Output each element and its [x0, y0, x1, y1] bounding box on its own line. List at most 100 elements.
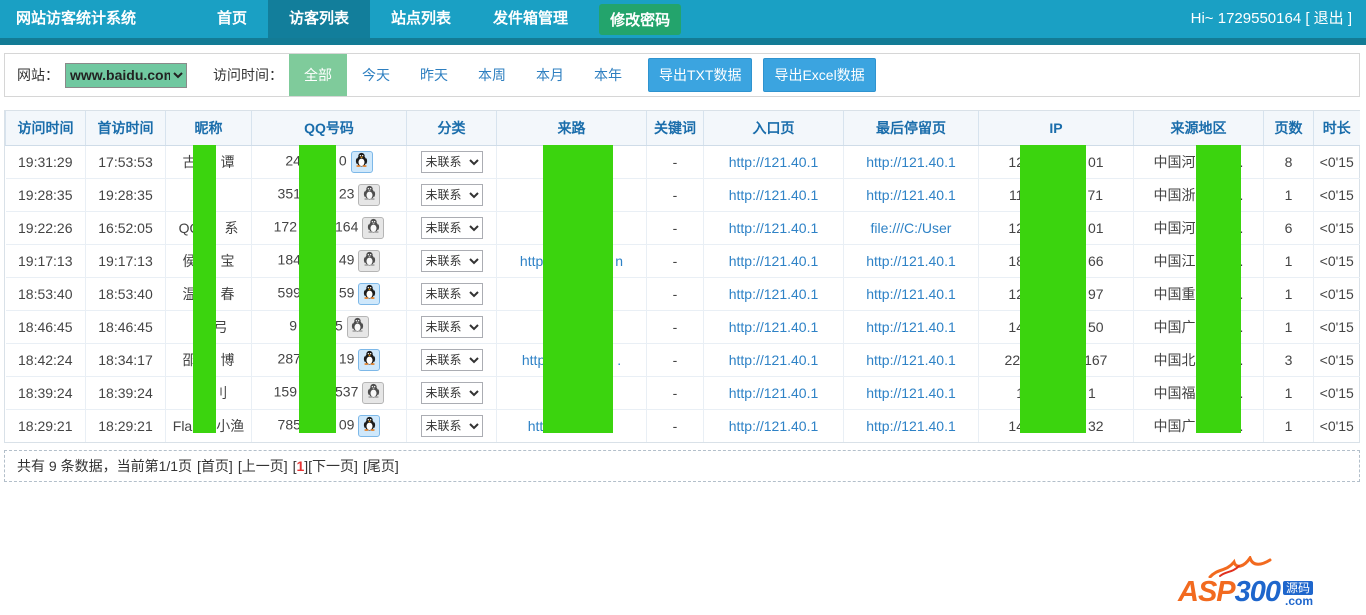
nav-item[interactable]: 访客列表 [268, 0, 371, 38]
qq-penguin-icon[interactable] [358, 183, 381, 206]
category-select[interactable]: 未联系 [420, 150, 483, 173]
current-page[interactable]: [1] [293, 458, 309, 474]
category-select[interactable]: 未联系 [420, 249, 483, 272]
cell-last-page: http://121.40.1 [843, 375, 979, 409]
referrer-fragment-left[interactable]: http [520, 253, 543, 269]
export-txt-button[interactable]: 导出TXT数据 [648, 58, 753, 92]
time-filter-item[interactable]: 昨天 [405, 54, 463, 96]
cell-first-time: 19:17:13 [85, 243, 166, 277]
cell-duration: <0'15 [1313, 375, 1360, 409]
cell-entry-page: http://121.40.1 [703, 408, 844, 442]
referrer-fragment-right[interactable]: n [615, 253, 623, 269]
cell-duration: <0'15 [1313, 342, 1360, 376]
nav-item[interactable]: 修改密码 [589, 0, 691, 38]
redaction-bar-region [1196, 145, 1241, 433]
qq-penguin-icon[interactable] [358, 348, 381, 371]
col-referrer: 来路 [496, 111, 647, 146]
last-page-link[interactable]: http://121.40.1 [866, 286, 956, 302]
ip-fragment-right: 71 [1087, 186, 1104, 203]
col-ip: IP [978, 111, 1134, 146]
referrer-fragment-left[interactable]: htt [528, 418, 544, 434]
logo-asp-text: ASP [1178, 576, 1236, 608]
entry-page-link[interactable]: http://121.40.1 [729, 220, 819, 236]
first-page-link[interactable]: [首页] [197, 456, 233, 476]
greeting-text: Hi~ 1729550164 [1190, 10, 1302, 27]
cell-category: 未联系 [406, 210, 497, 244]
col-region: 来源地区 [1133, 111, 1264, 146]
prev-page-link[interactable]: [上一页] [238, 456, 288, 476]
time-filter-item[interactable]: 今天 [347, 54, 405, 96]
user-greeting: Hi~ 1729550164 [ 退出 ] [1191, 0, 1366, 38]
entry-page-link[interactable]: http://121.40.1 [729, 187, 819, 203]
next-page-link[interactable]: [下一页] [308, 456, 358, 476]
last-page-link[interactable]: [尾页] [363, 456, 399, 476]
ip-fragment-right: 50 [1088, 318, 1104, 335]
cell-duration: <0'15 [1313, 145, 1360, 178]
app-title: 网站访客统计系统 [16, 10, 137, 27]
last-page-link[interactable]: http://121.40.1 [866, 352, 956, 368]
entry-page-link[interactable]: http://121.40.1 [729, 352, 819, 368]
category-select[interactable]: 未联系 [420, 183, 483, 206]
cell-visit-time: 18:42:24 [5, 342, 86, 376]
entry-page-link[interactable]: http://121.40.1 [729, 319, 819, 335]
cell-page-count: 1 [1263, 177, 1314, 211]
qq-penguin-icon[interactable] [362, 381, 385, 404]
qq-penguin-icon[interactable] [346, 315, 369, 338]
category-select[interactable]: 未联系 [420, 414, 483, 437]
last-page-link[interactable]: file:///C:/User [871, 220, 952, 236]
site-label: 网站： [17, 67, 59, 83]
cell-visit-time: 18:29:21 [5, 408, 86, 442]
qq-fragment-right: 49 [338, 251, 355, 268]
cell-category: 未联系 [406, 145, 497, 178]
last-page-link[interactable]: http://121.40.1 [866, 385, 956, 401]
filter-bar: 网站： www.baidu.com 访问时间： 全部 今天 昨天 本周 本月 本… [4, 53, 1360, 97]
time-filter-item[interactable]: 全部 [289, 54, 347, 96]
last-page-link[interactable]: http://121.40.1 [866, 418, 956, 434]
last-page-link[interactable]: http://121.40.1 [866, 154, 956, 170]
cell-first-time: 16:52:05 [85, 210, 166, 244]
region-fragment-left: 中国广 [1153, 318, 1196, 335]
category-select[interactable]: 未联系 [420, 348, 483, 371]
cell-keyword: - [646, 342, 704, 376]
region-fragment-left: 中国浙 [1153, 186, 1196, 203]
time-filter-group: 全部 今天 昨天 本周 本月 本年 [289, 54, 637, 96]
time-filter-item[interactable]: 本年 [579, 54, 637, 96]
qq-penguin-icon[interactable] [358, 249, 381, 272]
site-select[interactable]: www.baidu.com [65, 62, 187, 88]
qq-fragment-right: 5 [335, 317, 343, 334]
qq-penguin-icon[interactable] [362, 216, 385, 239]
category-select[interactable]: 未联系 [420, 282, 483, 305]
cell-duration: <0'15 [1313, 210, 1360, 244]
logout-link[interactable]: [ 退出 ] [1305, 10, 1352, 27]
cell-page-count: 3 [1263, 342, 1314, 376]
cell-page-count: 1 [1263, 276, 1314, 310]
last-page-link[interactable]: http://121.40.1 [866, 253, 956, 269]
referrer-fragment-right[interactable]: . [617, 352, 621, 368]
redaction-bar-referrer [543, 145, 613, 433]
entry-page-link[interactable]: http://121.40.1 [729, 154, 819, 170]
entry-page-link[interactable]: http://121.40.1 [729, 286, 819, 302]
entry-page-link[interactable]: http://121.40.1 [729, 253, 819, 269]
qq-penguin-icon[interactable] [358, 282, 381, 305]
nav-item[interactable]: 首页 [196, 0, 268, 38]
qq-penguin-icon[interactable] [350, 150, 373, 173]
nickname-fragment-left: Fla [172, 417, 193, 434]
last-page-link[interactable]: http://121.40.1 [866, 187, 956, 203]
last-page-link[interactable]: http://121.40.1 [866, 319, 956, 335]
category-select[interactable]: 未联系 [420, 216, 483, 239]
entry-page-link[interactable]: http://121.40.1 [729, 385, 819, 401]
time-filter-item[interactable]: 本周 [463, 54, 521, 96]
export-excel-button[interactable]: 导出Excel数据 [763, 58, 876, 92]
time-filter-item[interactable]: 本月 [521, 54, 579, 96]
pagination-summary: 共有 9 条数据，当前第1/1页 [17, 458, 193, 474]
category-select[interactable]: 未联系 [420, 315, 483, 338]
referrer-fragment-left[interactable]: http [522, 352, 545, 368]
qq-penguin-icon[interactable] [358, 414, 381, 437]
nav-item[interactable]: 站点列表 [370, 0, 472, 38]
entry-page-link[interactable]: http://121.40.1 [729, 418, 819, 434]
nav-item[interactable]: 发件箱管理 [472, 0, 589, 38]
cell-visit-time: 18:46:45 [5, 309, 86, 343]
nickname-fragment-right: 系 [224, 219, 239, 236]
cell-entry-page: http://121.40.1 [703, 309, 844, 343]
category-select[interactable]: 未联系 [420, 381, 483, 404]
